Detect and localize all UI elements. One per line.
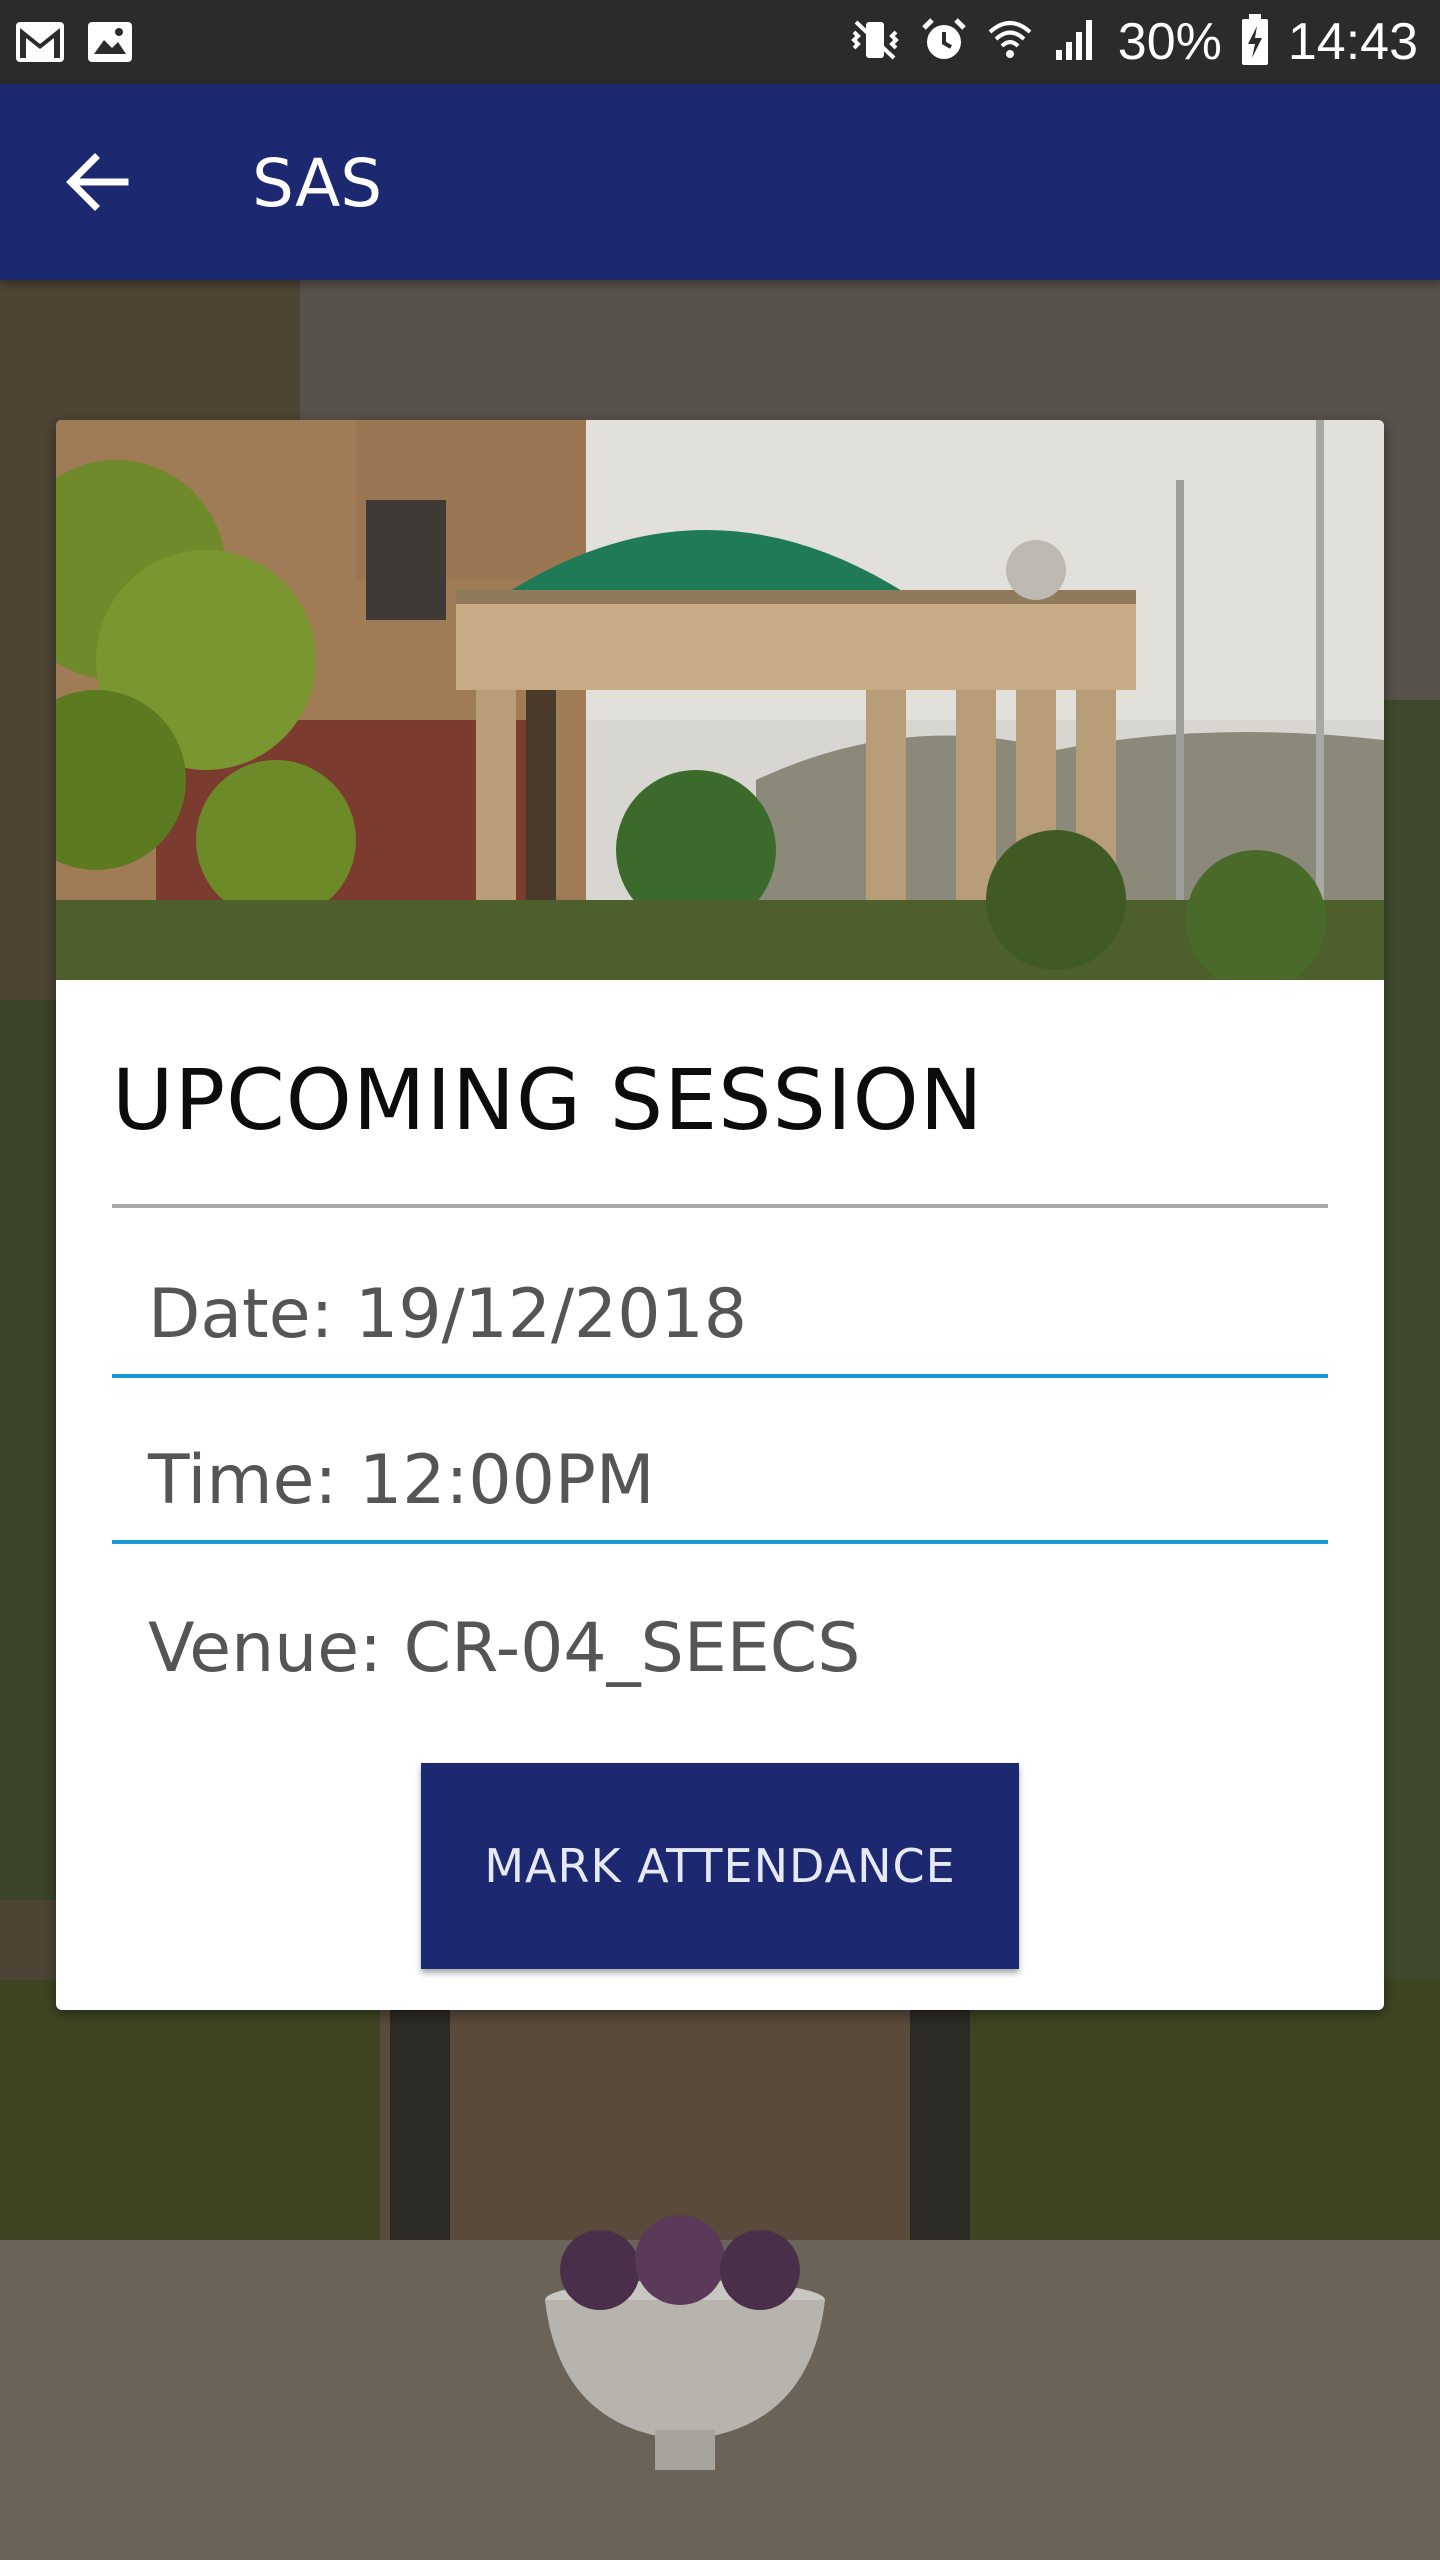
campus-photo — [56, 420, 1384, 980]
battery-charging-icon — [1240, 14, 1270, 70]
back-button[interactable] — [52, 144, 142, 224]
date-divider — [112, 1374, 1328, 1378]
title-divider — [112, 1204, 1328, 1208]
status-bar: 30% 14:43 — [0, 0, 1440, 84]
app-bar: SAS — [0, 84, 1440, 280]
gmail-icon — [14, 18, 66, 70]
app-title: SAS — [252, 145, 383, 222]
arrow-back-icon — [65, 152, 129, 216]
time-divider — [112, 1540, 1328, 1544]
gallery-icon — [86, 18, 134, 70]
session-time: Time: 12:00PM — [148, 1441, 655, 1520]
session-venue: Venue: CR-04_SEECS — [148, 1609, 861, 1688]
session-date: Date: 19/12/2018 — [148, 1275, 747, 1354]
signal-icon — [1052, 16, 1100, 68]
session-card: UPCOMING SESSION Date: 19/12/2018 Time: … — [56, 420, 1384, 2010]
vibrate-icon — [848, 16, 902, 68]
wifi-icon — [986, 16, 1034, 68]
card-title: UPCOMING SESSION — [112, 1051, 984, 1149]
battery-percent: 30% — [1117, 13, 1222, 71]
alarm-icon — [920, 16, 968, 68]
mark-attendance-button[interactable]: MARK ATTENDANCE — [421, 1763, 1019, 1969]
clock: 14:43 — [1287, 13, 1418, 71]
